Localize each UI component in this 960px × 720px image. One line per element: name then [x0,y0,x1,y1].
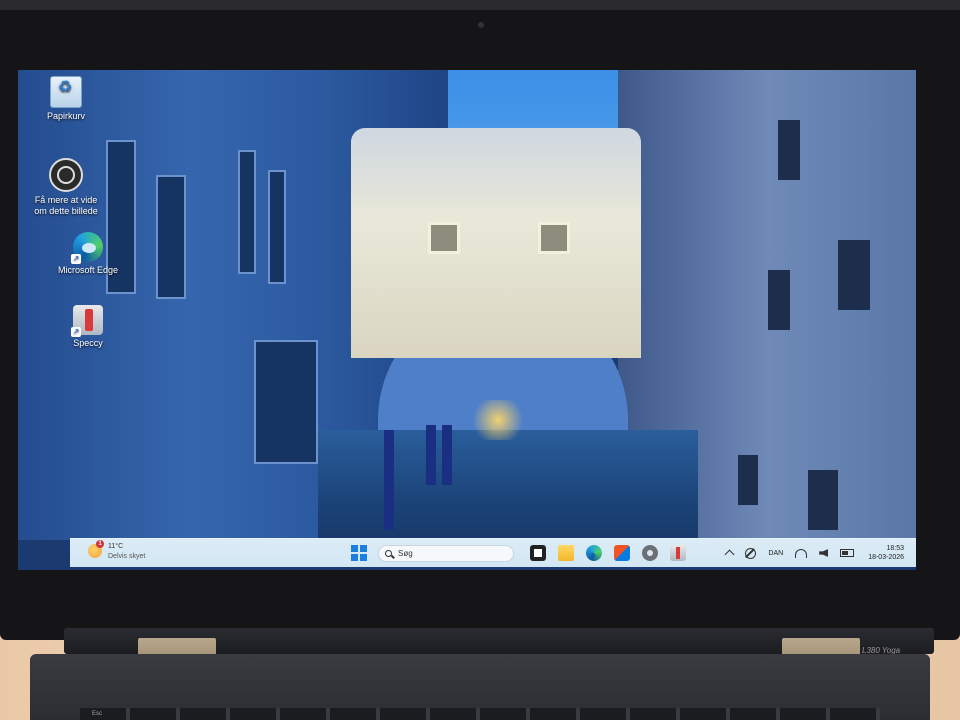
webcam [478,22,484,28]
clock[interactable]: 18:53 18-03-2026 [868,544,904,562]
wallpaper-window [268,170,286,284]
clock-date: 18-03-2026 [868,554,904,561]
wallpaper-window [738,455,758,505]
wifi-icon[interactable] [795,548,808,558]
recycle-bin-icon [50,76,82,108]
battery-icon[interactable] [840,549,855,557]
speccy-icon[interactable] [670,545,686,561]
file-explorer-icon[interactable] [558,545,574,561]
weather-temperature: 11°C [108,543,124,550]
taskbar-center: Søg [350,543,692,563]
input-language[interactable]: DAN [768,550,783,557]
wallpaper-canal [318,430,698,550]
speccy-icon: ↗ [71,305,103,337]
keyboard-top-row [80,708,880,720]
desktop-icon-label: Papirkurv [46,111,85,121]
clock-time: 18:53 [886,545,904,552]
desktop-icon-edge[interactable]: ↗ Microsoft Edge [51,232,125,276]
learn-about-picture-icon [49,158,83,192]
task-view-icon[interactable] [530,545,546,561]
wallpaper-mooring-pole [426,425,436,485]
show-hidden-icons-chevron-icon[interactable] [724,549,735,560]
network-disconnected-icon[interactable] [745,547,757,559]
wallpaper-bridge-window [428,222,460,254]
desktop-icon-learn-about-picture[interactable]: Få mere at vide om dette billede [29,158,103,217]
windows-logo-icon [351,545,358,552]
shortcut-arrow-icon: ↗ [71,254,81,264]
volume-icon[interactable] [819,549,829,557]
windows-logo-icon [351,554,358,561]
shortcut-arrow-icon: ↗ [71,327,81,337]
desktop-icon-label: Speccy [73,338,103,348]
wallpaper-mooring-pole [384,430,394,530]
desktop-icon-label: Microsoft Edge [57,265,119,275]
weather-description: Delvis skyet [108,553,146,560]
bezel-edge [0,0,960,10]
wallpaper-bridge [351,128,641,358]
desktop-icon-speccy[interactable]: ↗ Speccy [51,305,125,349]
microsoft-store-icon[interactable] [614,545,630,561]
wallpaper-window [768,270,790,330]
screen: Papirkurv Få mere at vide om dette bille… [18,70,916,570]
start-button[interactable] [350,544,368,562]
wallpaper-window [808,470,838,530]
taskbar: 1 11°C Delvis skyet Søg DAN 18:53 18-03-… [70,538,916,567]
wallpaper-window [156,175,186,299]
wallpaper-window [838,240,870,310]
edge-icon[interactable] [586,545,602,561]
laptop-lid: Papirkurv Få mere at vide om dette bille… [0,0,960,640]
wallpaper-window [778,120,800,180]
edge-icon: ↗ [71,232,103,264]
search-icon [385,549,392,557]
taskbar-search-box[interactable]: Søg [378,544,514,562]
wallpaper-mooring-pole [442,425,452,485]
wallpaper-bridge-window [538,222,570,254]
wallpaper-window [254,340,318,464]
desktop-wallpaper[interactable] [18,70,916,570]
wallpaper-window [238,150,256,274]
desktop-icon-label: Få mere at vide om dette billede [34,195,98,216]
weather-widget[interactable]: 1 11°C Delvis skyet [88,540,178,564]
windows-logo-icon [360,545,367,552]
weather-alert-badge: 1 [96,540,104,548]
esc-key-label: Esc [92,711,103,717]
system-tray: DAN 18:53 18-03-2026 [720,542,904,564]
desktop-icon-recycle-bin[interactable]: Papirkurv [29,76,103,122]
search-placeholder: Søg [398,548,413,558]
windows-logo-icon [360,554,367,561]
settings-icon[interactable] [642,545,658,561]
wallpaper-lamp-glow [468,400,528,440]
